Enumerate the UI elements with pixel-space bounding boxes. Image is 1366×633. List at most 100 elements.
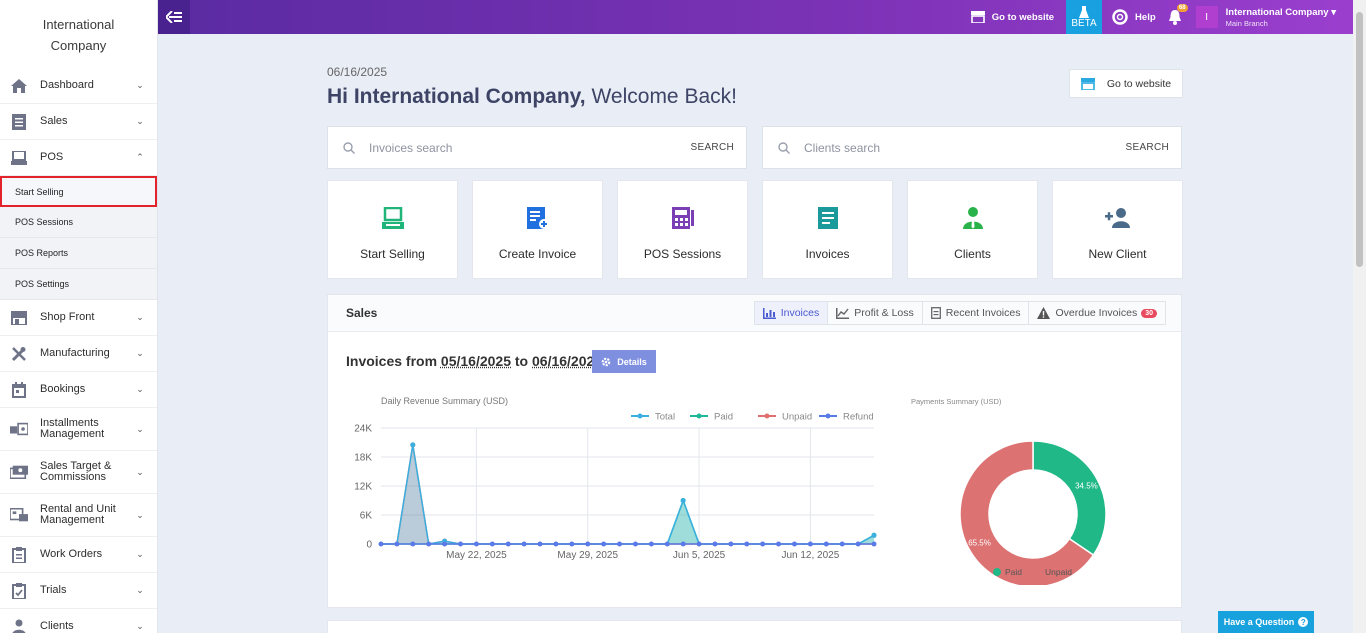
sidebar-item-trials[interactable]: Trials ⌄ xyxy=(0,573,157,609)
calculator-icon xyxy=(672,205,694,231)
sidebar-item-label: Clients xyxy=(40,621,135,632)
data-point-refund xyxy=(553,542,558,547)
chevron-down-icon: ⌄ xyxy=(135,116,145,127)
chevron-down-icon: ⌄ xyxy=(135,384,145,395)
legend-label: Paid xyxy=(714,412,733,423)
chevron-down-icon: ⌄ xyxy=(135,424,145,435)
series-area-total xyxy=(381,445,874,544)
series-line-unpaid xyxy=(381,445,874,544)
sidebar-item-label: POS xyxy=(40,152,135,163)
tab-recent-invoices[interactable]: Recent Invoices xyxy=(923,302,1030,324)
sidebar-item-sales[interactable]: Sales ⌄ xyxy=(0,104,157,140)
tile-create-invoice[interactable]: Create Invoice xyxy=(472,180,603,279)
welcome-heading: Hi International Company, Welcome Back! xyxy=(327,85,737,109)
top-go-to-website-label: Go to website xyxy=(992,12,1054,23)
sidebar-subitem-start-selling[interactable]: Start Selling xyxy=(0,176,157,207)
invoice-icon xyxy=(10,113,28,131)
help-link[interactable]: Help xyxy=(1112,9,1156,25)
invoices-search-box: SEARCH xyxy=(327,126,747,169)
rental-icon xyxy=(10,506,28,524)
tab-invoices[interactable]: Invoices xyxy=(755,302,829,324)
checklist-icon xyxy=(10,582,28,600)
legend-marker xyxy=(697,414,702,419)
data-point-refund xyxy=(601,542,606,547)
sidebar-item-label: Manufacturing xyxy=(40,348,135,359)
sidebar-item-rental[interactable]: Rental and Unit Management ⌄ xyxy=(0,494,157,537)
client-icon xyxy=(963,205,983,231)
invoices-range-title: Invoices from 05/16/2025 to 06/16/2025 xyxy=(346,353,602,369)
sidebar-item-sales-target[interactable]: Sales Target & Commissions ⌄ xyxy=(0,451,157,494)
series-area-paid xyxy=(381,501,874,545)
sidebar-item-bookings[interactable]: Bookings ⌄ xyxy=(0,372,157,408)
tab-overdue-invoices[interactable]: Overdue Invoices 30 xyxy=(1029,302,1165,324)
data-point-refund xyxy=(522,542,527,547)
pie-slice-label: 34.5% xyxy=(1075,482,1098,491)
data-point-refund xyxy=(617,542,622,547)
data-point-refund xyxy=(569,542,574,547)
invoices-from-label: Invoices from xyxy=(346,353,437,369)
storefront-icon xyxy=(1081,78,1095,90)
legend-marker xyxy=(826,414,831,419)
data-point-refund xyxy=(410,542,415,547)
x-tick-label: May 29, 2025 xyxy=(557,550,618,561)
sidebar-item-installments[interactable]: Installments Management ⌄ xyxy=(0,408,157,451)
sidebar-item-clients[interactable]: Clients ⌄ xyxy=(0,609,157,633)
client-icon xyxy=(10,618,28,633)
sidebar-subitem-pos-sessions[interactable]: POS Sessions xyxy=(0,207,157,238)
date-from[interactable]: 05/16/2025 xyxy=(441,353,511,369)
have-a-question-button[interactable]: Have a Question ? xyxy=(1218,611,1314,633)
sidebar-item-label: Bookings xyxy=(40,384,135,395)
go-to-website-button[interactable]: Go to website xyxy=(1069,69,1183,98)
data-point-refund xyxy=(394,542,399,547)
sidebar-item-label: Shop Front xyxy=(40,312,135,323)
sales-charts: Daily Revenue Summary (USD)24K18K12K6K0M… xyxy=(328,385,1181,585)
tile-start-selling[interactable]: Start Selling xyxy=(327,180,458,279)
top-go-to-website-link[interactable]: Go to website xyxy=(971,11,1054,23)
scrollbar-thumb[interactable] xyxy=(1356,12,1363,267)
sidebar-item-shop-front[interactable]: Shop Front ⌄ xyxy=(0,300,157,336)
account-name: International Company xyxy=(1226,7,1329,18)
sidebar-item-pos[interactable]: POS ⌃ xyxy=(0,140,157,176)
avatar[interactable]: I xyxy=(1196,6,1218,28)
data-point-refund xyxy=(824,542,829,547)
chevron-down-icon: ⌄ xyxy=(135,621,145,632)
clients-search-button[interactable]: SEARCH xyxy=(1126,142,1169,153)
data-point-refund xyxy=(506,542,511,547)
tile-invoices[interactable]: Invoices xyxy=(762,180,893,279)
sidebar-item-manufacturing[interactable]: Manufacturing ⌄ xyxy=(0,336,157,372)
sales-panel: Sales Invoices Profit & Loss Recent Invo… xyxy=(327,294,1182,608)
account-menu[interactable]: International Company ▾ Main Branch xyxy=(1226,7,1336,28)
collapse-sidebar-button[interactable] xyxy=(158,0,190,34)
pie-chart-title: Payments Summary (USD) xyxy=(911,397,1002,406)
invoices-search-button[interactable]: SEARCH xyxy=(691,142,734,153)
details-button[interactable]: Details xyxy=(592,350,656,373)
question-circle-icon: ? xyxy=(1298,617,1308,627)
data-point-refund xyxy=(442,542,447,547)
add-user-icon xyxy=(1105,205,1131,231)
tile-new-client[interactable]: New Client xyxy=(1052,180,1183,279)
tile-pos-sessions[interactable]: POS Sessions xyxy=(617,180,748,279)
page-scrollbar[interactable] xyxy=(1353,0,1366,633)
installments-icon xyxy=(10,420,28,438)
legend-label: Unpaid xyxy=(782,412,812,423)
sidebar-item-dashboard[interactable]: Dashboard ⌄ xyxy=(0,68,157,104)
beta-button[interactable]: BETA xyxy=(1066,0,1102,34)
series-line-paid xyxy=(381,501,874,545)
tab-profit-loss[interactable]: Profit & Loss xyxy=(828,302,923,324)
brand-name: International Company xyxy=(34,0,124,68)
data-point-refund xyxy=(728,542,733,547)
tile-clients[interactable]: Clients xyxy=(907,180,1038,279)
beta-label: BETA xyxy=(1071,18,1096,29)
gear-icon xyxy=(601,357,611,367)
data-point-refund xyxy=(744,542,749,547)
invoices-search-input[interactable] xyxy=(369,141,691,155)
data-point-refund xyxy=(760,542,765,547)
pie-legend-label: Paid xyxy=(1005,567,1022,577)
sidebar-subitem-pos-settings[interactable]: POS Settings xyxy=(0,269,157,300)
sidebar-item-work-orders[interactable]: Work Orders ⌄ xyxy=(0,537,157,573)
sidebar-subitem-pos-reports[interactable]: POS Reports xyxy=(0,238,157,269)
search-icon xyxy=(343,142,355,154)
clients-search-input[interactable] xyxy=(804,141,1126,155)
tile-label: Invoices xyxy=(805,247,849,261)
notifications-button[interactable]: 68 xyxy=(1168,10,1182,25)
